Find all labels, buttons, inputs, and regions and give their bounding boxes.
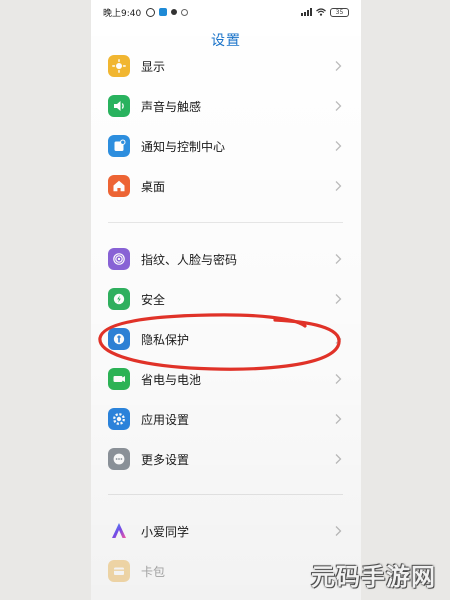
chevron-right-icon bbox=[335, 181, 342, 191]
alarm-icon bbox=[146, 7, 156, 17]
settings-item-fingerprint[interactable]: 指纹、人脸与密码 bbox=[108, 239, 343, 279]
settings-item-security[interactable]: 安全 bbox=[108, 279, 343, 319]
chevron-right-icon bbox=[335, 294, 342, 304]
settings-item-label: 更多设置 bbox=[141, 452, 190, 467]
chevron-right-icon bbox=[335, 334, 342, 344]
settings-item-label: 卡包 bbox=[141, 564, 166, 579]
chevron-right-icon bbox=[335, 101, 342, 111]
settings-item-label: 指纹、人脸与密码 bbox=[141, 252, 238, 267]
watermark: 元码手游网 bbox=[311, 563, 436, 591]
settings-item-privacy[interactable]: 隐私保护 bbox=[108, 319, 343, 359]
settings-item-notifications[interactable]: 通知与控制中心 bbox=[108, 126, 343, 166]
wallet-icon bbox=[108, 560, 130, 582]
settings-item-label: 安全 bbox=[141, 292, 166, 307]
settings-item-xiaoai[interactable]: 小爱同学 bbox=[108, 511, 343, 551]
security-icon bbox=[108, 288, 130, 310]
more-settings-icon bbox=[108, 448, 130, 470]
home-icon bbox=[108, 175, 130, 197]
sound-icon bbox=[108, 95, 130, 117]
gear-icon bbox=[181, 8, 189, 16]
settings-item-label: 通知与控制中心 bbox=[141, 139, 226, 154]
battery-indicator: 35 bbox=[330, 7, 349, 17]
signal-icon bbox=[301, 8, 312, 16]
notification-icon bbox=[108, 135, 130, 157]
settings-screen: 晚上9:40 35 设置 显示 声音与触感 通知与控制中心 桌面 指纹、人脸与密… bbox=[91, 0, 361, 600]
settings-item-label: 小爱同学 bbox=[141, 524, 190, 539]
display-icon bbox=[108, 55, 130, 77]
settings-item-display[interactable]: 显示 bbox=[108, 46, 343, 86]
settings-item-label: 省电与电池 bbox=[141, 372, 202, 387]
settings-item-sound[interactable]: 声音与触感 bbox=[108, 86, 343, 126]
settings-item-label: 应用设置 bbox=[141, 412, 190, 427]
app-notification-icon bbox=[159, 8, 168, 16]
chevron-right-icon bbox=[335, 254, 342, 264]
status-time: 晚上9:40 bbox=[103, 8, 142, 19]
battery-icon bbox=[108, 368, 130, 390]
chevron-right-icon bbox=[335, 141, 342, 151]
wifi-icon bbox=[316, 8, 326, 16]
fingerprint-icon bbox=[108, 248, 130, 270]
chevron-right-icon bbox=[335, 374, 342, 384]
settings-item-wallet[interactable]: 卡包 bbox=[108, 551, 343, 591]
settings-item-more-settings[interactable]: 更多设置 bbox=[108, 439, 343, 479]
settings-item-app-settings[interactable]: 应用设置 bbox=[108, 399, 343, 439]
settings-item-home-screen[interactable]: 桌面 bbox=[108, 166, 343, 206]
status-bar: 晚上9:40 35 bbox=[91, 0, 361, 24]
app-settings-icon bbox=[108, 408, 130, 430]
chevron-right-icon bbox=[335, 61, 342, 71]
settings-item-label: 桌面 bbox=[141, 179, 166, 194]
privacy-icon bbox=[108, 328, 130, 350]
settings-item-label: 隐私保护 bbox=[141, 332, 190, 347]
chevron-right-icon bbox=[335, 454, 342, 464]
settings-item-label: 声音与触感 bbox=[141, 99, 202, 114]
settings-item-label: 显示 bbox=[141, 59, 166, 74]
chevron-right-icon bbox=[335, 414, 342, 424]
dot-notification-icon bbox=[171, 9, 178, 15]
xiaoai-icon bbox=[108, 520, 130, 542]
settings-item-battery[interactable]: 省电与电池 bbox=[108, 359, 343, 399]
section-divider bbox=[108, 494, 343, 495]
section-divider bbox=[108, 222, 343, 223]
chevron-right-icon bbox=[335, 526, 342, 536]
